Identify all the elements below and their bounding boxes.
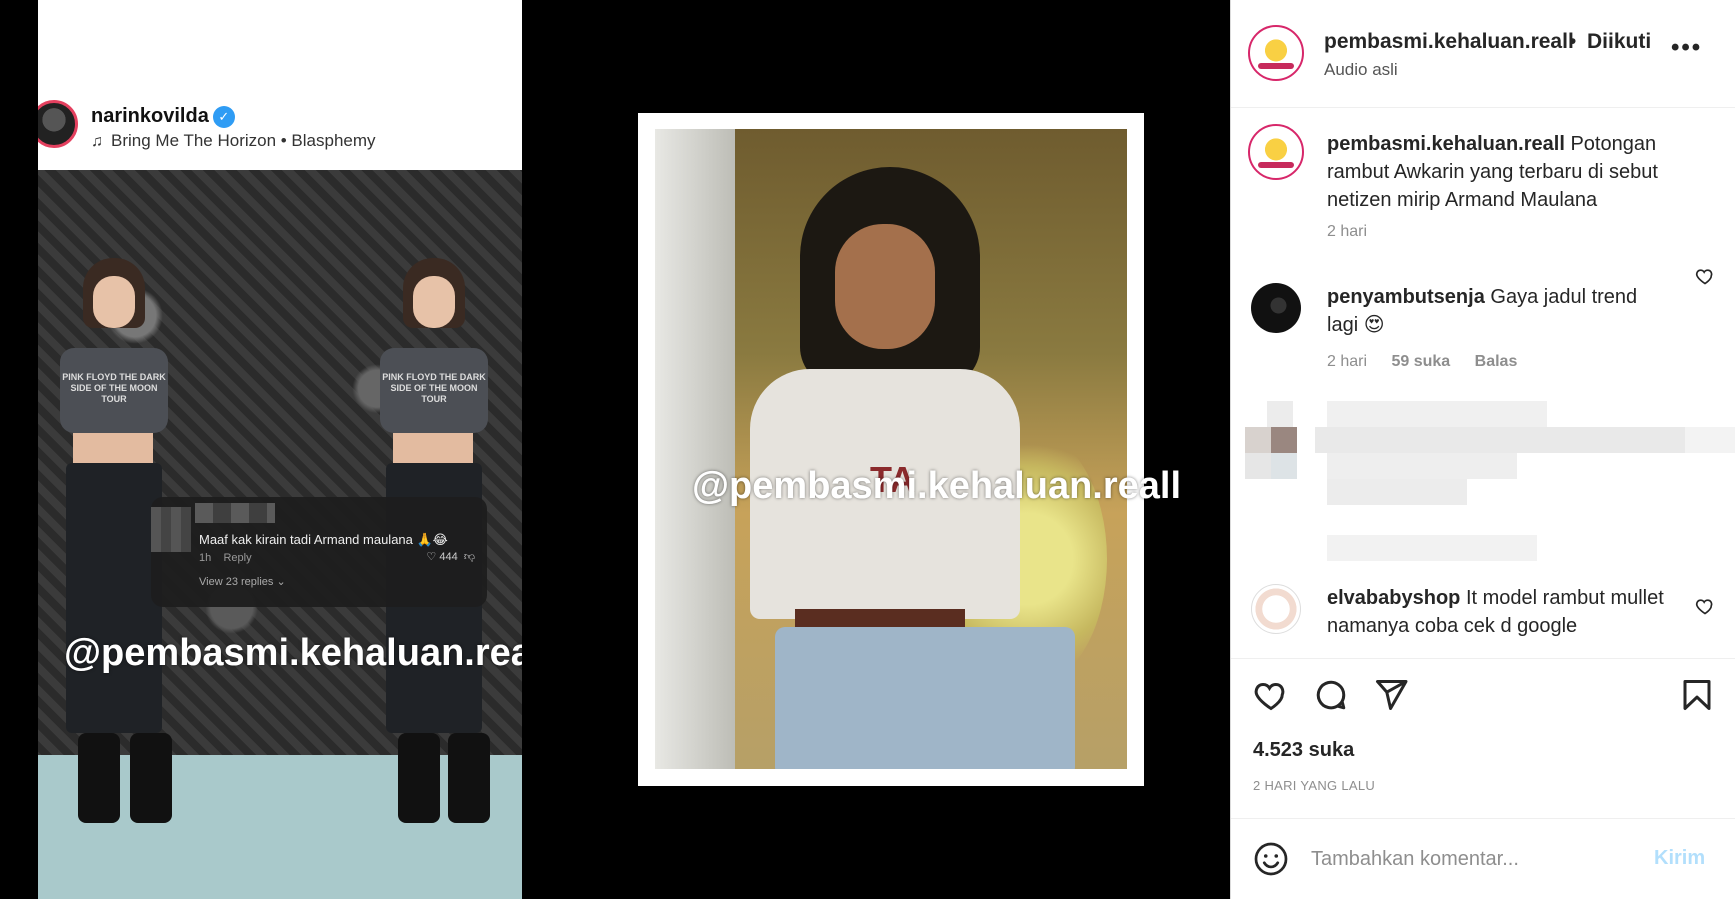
header-separator: •: [1569, 30, 1577, 53]
comment-avatar[interactable]: [1251, 584, 1301, 634]
add-comment-bar: Kirim: [1231, 818, 1735, 899]
shirt-text: PINK FLOYD THE DARK SIDE OF THE MOON TOU…: [62, 372, 166, 404]
caption-time: 2 hari: [1327, 223, 1368, 240]
like-heart-icon[interactable]: [1253, 677, 1289, 713]
heart-outline-icon: ♡: [426, 551, 437, 563]
author-username[interactable]: pembasmi.kehaluan.reall: [1324, 30, 1574, 54]
instagram-post-view: narinkovilda ✓ ♫ Bring Me The Horizon • Bl…: [0, 0, 1735, 899]
tiktok-avatar: [38, 100, 78, 148]
caption-username[interactable]: pembasmi.kehaluan.reall: [1327, 133, 1565, 155]
shirt-text: PINK FLOYD THE DARK SIDE OF THE MOON TOU…: [382, 372, 486, 404]
caption: pembasmi.kehaluan.reall Potongan rambut …: [1327, 130, 1702, 214]
vintage-photo: TA: [638, 113, 1144, 786]
tiktok-comment-likes: ♡ 444 👎︎: [426, 551, 475, 563]
post-comment-button[interactable]: Kirim: [1654, 847, 1705, 870]
vintage-photo-image: TA: [655, 129, 1127, 769]
tiktok-header: narinkovilda ✓ ♫ Bring Me The Horizon • Bl…: [38, 0, 522, 170]
comment-text: elvababyshop It model rambut mullet nama…: [1327, 587, 1664, 637]
post-media[interactable]: narinkovilda ✓ ♫ Bring Me The Horizon • Bl…: [0, 0, 1230, 899]
music-note-icon: ♫: [91, 133, 103, 150]
comment-likes[interactable]: 59 suka: [1391, 353, 1450, 370]
tiktok-username: narinkovilda ✓: [91, 105, 235, 128]
comment-input[interactable]: [1311, 839, 1631, 879]
follow-status-button[interactable]: Diikuti: [1587, 30, 1651, 54]
blurred-username: [195, 503, 275, 523]
blurred-avatar: [151, 507, 191, 552]
more-options-icon[interactable]: •••: [1671, 34, 1702, 62]
post-actions: 4.523 suka 2 HARI YANG LALU: [1231, 658, 1735, 818]
left-screenshot: narinkovilda ✓ ♫ Bring Me The Horizon • Bl…: [38, 0, 522, 899]
comment-bubble-icon[interactable]: [1313, 677, 1349, 713]
bookmark-icon[interactable]: [1679, 677, 1715, 713]
tiktok-view-replies: View 23 replies ⌄: [199, 576, 286, 588]
post-side-panel: pembasmi.kehaluan.reall • Diikuti Audio …: [1230, 0, 1735, 899]
comment-username[interactable]: elvababyshop: [1327, 587, 1460, 609]
tiktok-song: ♫ Bring Me The Horizon • Blasphemy: [91, 131, 376, 150]
comment-meta: 2 hari 59 suka Balas: [1327, 353, 1537, 371]
emoji-icon[interactable]: [1253, 841, 1289, 877]
comment-like-heart-icon[interactable]: [1695, 596, 1715, 616]
comment-text: penyambutsenja Gaya jadul trend lagi 😍: [1327, 286, 1638, 336]
share-send-icon[interactable]: [1373, 677, 1409, 713]
audio-link[interactable]: Audio asli: [1324, 60, 1398, 80]
comment-reply-button[interactable]: Balas: [1475, 353, 1518, 370]
comment-avatar[interactable]: [1251, 283, 1301, 333]
tiktok-comment-text: Maaf kak kirain tadi Armand maulana 🙏😂: [199, 532, 448, 547]
tiktok-comment-meta: 1h Reply: [199, 552, 252, 564]
post-date: 2 HARI YANG LALU: [1253, 778, 1376, 793]
blurred-comment: [1245, 393, 1735, 563]
author-avatar[interactable]: [1248, 25, 1304, 81]
comment-like-heart-icon[interactable]: [1695, 266, 1715, 286]
comments-list[interactable]: pembasmi.kehaluan.reall Potongan rambut …: [1231, 108, 1735, 658]
caption-avatar[interactable]: [1248, 124, 1304, 180]
watermark-right: @pembasmi.kehaluan.reall: [692, 465, 1182, 507]
comment-time: 2 hari: [1327, 353, 1368, 370]
comment-username[interactable]: penyambutsenja: [1327, 286, 1485, 308]
likes-count[interactable]: 4.523 suka: [1253, 739, 1354, 762]
dislike-icon: 👎︎: [463, 551, 475, 563]
watermark-left: @pembasmi.kehaluan.reall: [64, 632, 522, 674]
post-header: pembasmi.kehaluan.reall • Diikuti Audio …: [1231, 0, 1735, 108]
verified-badge-icon: ✓: [212, 105, 235, 128]
tiktok-comment-overlay: Maaf kak kirain tadi Armand maulana 🙏😂 1…: [151, 497, 487, 607]
